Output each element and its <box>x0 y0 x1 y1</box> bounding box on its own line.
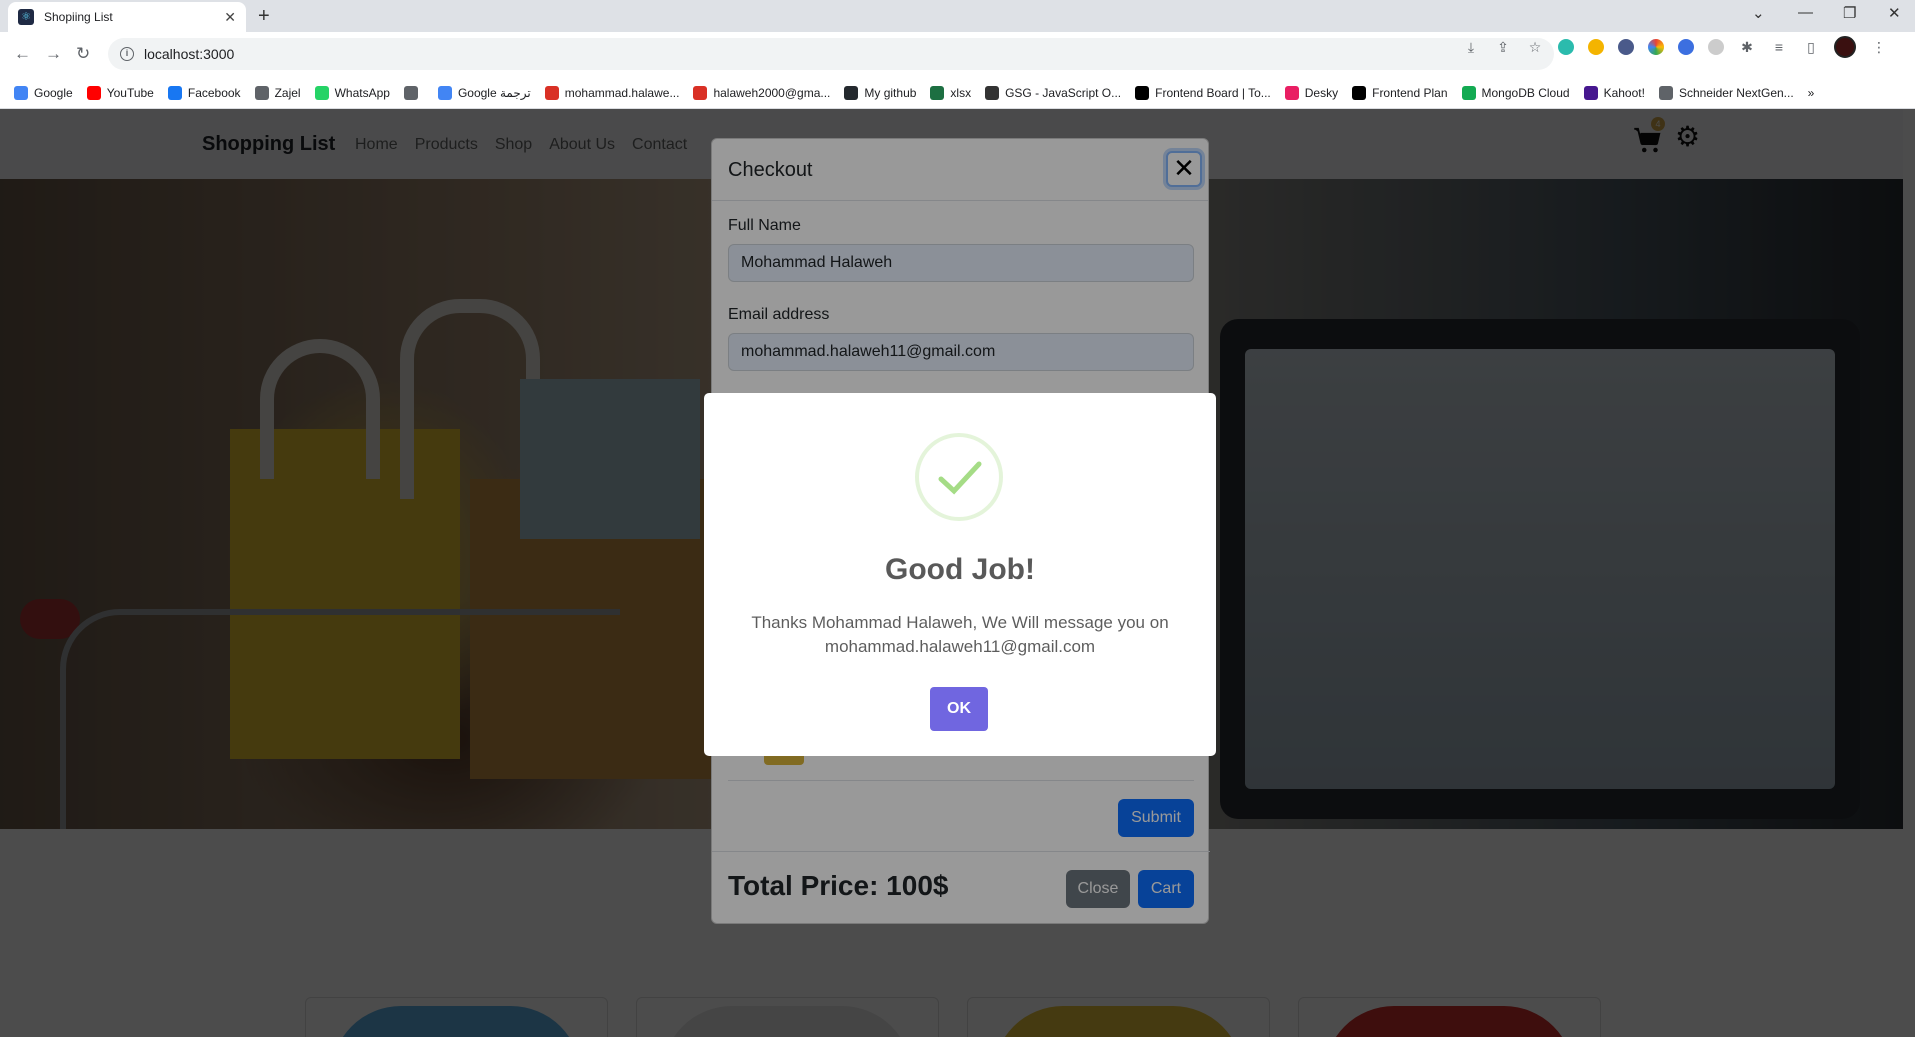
bookmark-label: Frontend Plan <box>1372 85 1448 100</box>
bookmark-label: Facebook <box>187 85 241 100</box>
tab-title: Shopiing List <box>44 10 113 24</box>
tab-search-icon[interactable]: ⌄ <box>1752 4 1765 22</box>
bookmark-favicon-icon <box>1284 85 1299 100</box>
forward-icon[interactable]: → <box>45 44 62 64</box>
reading-list-icon[interactable]: ≡ <box>1770 38 1788 56</box>
bookmark-label: xlsx <box>950 85 972 100</box>
bookmark-item[interactable]: Frontend Board | To... <box>1135 85 1271 100</box>
bookmark-label: Desky <box>1304 85 1339 100</box>
bookmark-favicon-icon <box>167 85 182 100</box>
close-window-icon[interactable]: ✕ <box>1888 4 1901 22</box>
bookmark-label: YouTube <box>106 85 154 100</box>
bookmark-label: MongoDB Cloud <box>1481 85 1570 100</box>
browser-toolbar: ← → ↻ i localhost:3000 ⤓ ⇪ ☆ ✱ ≡ ▯ ⋮ <box>0 32 1915 77</box>
restore-icon[interactable]: ❐ <box>1843 4 1856 22</box>
bookmark-favicon-icon <box>86 85 101 100</box>
toolbar-actions: ⤓ ⇪ ☆ ✱ ≡ ▯ ⋮ <box>1462 36 1888 58</box>
bookmark-item[interactable] <box>403 85 424 100</box>
browser-tab[interactable]: ⚛ Shopiing List ✕ <box>8 2 246 32</box>
bookmark-favicon-icon <box>544 85 559 100</box>
bookmark-favicon-icon <box>14 85 28 100</box>
url-text: localhost:3000 <box>144 46 235 62</box>
bookmark-label: Google ترجمة <box>457 85 531 100</box>
react-favicon-icon: ⚛ <box>18 9 34 25</box>
bookmark-favicon-icon <box>1135 85 1150 100</box>
bookmark-label: WhatsApp <box>334 85 390 100</box>
reload-icon[interactable]: ↻ <box>76 44 90 64</box>
bookmark-star-icon[interactable]: ☆ <box>1526 38 1544 56</box>
extension-blue-icon[interactable] <box>1678 39 1694 55</box>
bookmark-item[interactable]: WhatsApp <box>314 85 390 100</box>
bookmark-item[interactable]: Zajel <box>254 85 301 100</box>
bookmark-item[interactable]: Google <box>14 85 73 100</box>
profile-avatar[interactable] <box>1834 36 1856 58</box>
extensions-puzzle-icon[interactable]: ✱ <box>1738 38 1756 56</box>
install-icon[interactable]: ⤓ <box>1462 38 1480 56</box>
bookmark-favicon-icon <box>314 85 329 100</box>
bookmark-label: Schneider NextGen... <box>1678 85 1794 100</box>
alert-text: Thanks Mohammad Halaweh, We Will message… <box>751 613 1169 656</box>
extension-shield-icon[interactable] <box>1558 39 1574 55</box>
bookmark-favicon-icon <box>1583 85 1598 100</box>
extension-coin-icon[interactable] <box>1588 39 1604 55</box>
bookmark-item[interactable]: YouTube <box>86 85 154 100</box>
bookmark-favicon-icon <box>254 85 269 100</box>
bookmark-item[interactable]: GSG - JavaScript O... <box>985 85 1122 100</box>
bookmark-favicon-icon <box>437 85 452 100</box>
ok-button[interactable]: OK <box>930 687 988 731</box>
bookmark-favicon-icon <box>1658 85 1673 100</box>
bookmark-item[interactable]: Desky <box>1284 85 1339 100</box>
bookmark-item[interactable]: Google ترجمة <box>437 85 531 100</box>
bookmark-label: mohammad.halawe... <box>564 85 680 100</box>
extension-search-icon[interactable] <box>1618 39 1634 55</box>
alert-title: Good Job! <box>885 553 1035 586</box>
bookmark-favicon-icon <box>844 85 859 100</box>
new-tab-icon[interactable]: + <box>258 5 270 28</box>
browser-tab-bar: ⚛ Shopiing List ✕ + ⌄ — ❐ ✕ <box>0 0 1915 32</box>
side-panel-icon[interactable]: ▯ <box>1802 38 1820 56</box>
address-bar[interactable]: i localhost:3000 <box>108 38 1554 70</box>
minimize-icon[interactable]: — <box>1798 4 1813 21</box>
bookmark-item[interactable]: MongoDB Cloud <box>1461 85 1570 100</box>
bookmark-item[interactable]: Schneider NextGen... <box>1658 85 1794 100</box>
bookmark-item[interactable]: xlsx <box>930 85 972 100</box>
bookmark-item[interactable]: Facebook <box>167 85 241 100</box>
success-check-icon <box>915 433 1003 521</box>
bookmark-item[interactable]: Kahoot! <box>1583 85 1645 100</box>
bookmark-label: halaweh2000@gma... <box>713 85 831 100</box>
extension-gray-icon[interactable] <box>1708 39 1724 55</box>
bookmark-favicon-icon <box>693 85 708 100</box>
menu-kebab-icon[interactable]: ⋮ <box>1870 38 1888 56</box>
bookmarks-bar: Google YouTube Facebook Zajel WhatsApp Google… <box>0 77 1915 109</box>
extension-color-icon[interactable] <box>1648 39 1664 55</box>
bookmark-favicon-icon <box>403 85 418 100</box>
bookmark-item[interactable]: My github <box>844 85 917 100</box>
bookmark-label: Kahoot! <box>1603 85 1645 100</box>
success-alert: Good Job! Thanks Mohammad Halaweh, We Wi… <box>704 393 1216 756</box>
bookmark-label: Frontend Board | To... <box>1155 85 1271 100</box>
bookmark-item[interactable]: Frontend Plan <box>1352 85 1448 100</box>
bookmark-label: GSG - JavaScript O... <box>1005 85 1122 100</box>
bookmark-favicon-icon <box>985 85 1000 100</box>
bookmark-favicon-icon <box>1352 85 1367 100</box>
back-icon[interactable]: ← <box>14 44 31 64</box>
bookmark-label: Zajel <box>274 85 301 100</box>
close-tab-icon[interactable]: ✕ <box>224 9 236 26</box>
bookmark-label: My github <box>864 85 917 100</box>
bookmarks-overflow-icon[interactable]: » <box>1808 86 1815 100</box>
share-icon[interactable]: ⇪ <box>1494 38 1512 56</box>
site-info-icon[interactable]: i <box>120 47 134 61</box>
bookmark-label: Google <box>34 85 73 100</box>
bookmark-item[interactable]: halaweh2000@gma... <box>693 85 831 100</box>
bookmark-item[interactable]: mohammad.halawe... <box>544 85 680 100</box>
bookmark-favicon-icon <box>1461 85 1476 100</box>
bookmark-favicon-icon <box>930 85 945 100</box>
